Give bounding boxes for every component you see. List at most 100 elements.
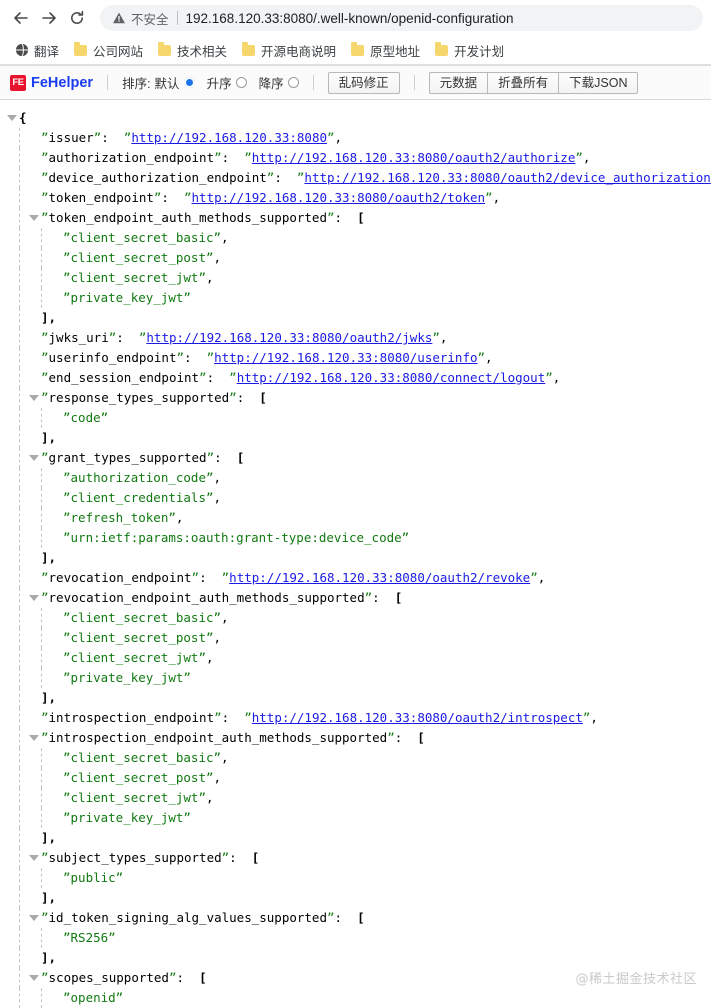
fehelper-logo: FE FeHelper (10, 74, 93, 91)
twisty-placeholder (50, 408, 63, 428)
browser-chrome: 不安全 192.168.120.33:8080/.well-known/open… (0, 0, 711, 66)
bookmark-item[interactable]: 技术相关 (151, 39, 233, 62)
indent-guide (19, 748, 20, 768)
twisty-placeholder (28, 948, 41, 968)
sort-option-default[interactable]: 默认 (155, 73, 195, 92)
indent-guide (19, 968, 20, 988)
json-line: ”end_session_endpoint”: ”http://192.168.… (6, 368, 711, 388)
back-button[interactable] (8, 5, 34, 31)
json-link[interactable]: http://192.168.120.33:8080/oauth2/token (192, 190, 486, 205)
reload-button[interactable] (64, 5, 90, 31)
download-json-button[interactable]: 下载JSON (558, 71, 639, 94)
indent-guide (19, 428, 20, 448)
sort-option-default-label: 默认 (154, 77, 180, 91)
sort-option-asc[interactable]: 升序 (207, 73, 247, 92)
collapse-toggle-icon[interactable] (28, 388, 41, 408)
indent-guide (41, 528, 42, 548)
indent-guide (41, 268, 42, 288)
collapse-toggle-icon[interactable] (28, 968, 41, 988)
indent-guide (19, 628, 20, 648)
indent-guide (19, 288, 20, 308)
twisty-placeholder (28, 188, 41, 208)
indent-guide (19, 988, 20, 1008)
indent-guide (19, 928, 20, 948)
json-line-content: ”client_secret_basic”, (63, 750, 229, 765)
collapse-toggle-icon[interactable] (28, 848, 41, 868)
radio-icon-desc[interactable] (287, 77, 299, 88)
bookmark-item[interactable]: 原型地址 (344, 39, 426, 62)
json-link[interactable]: http://192.168.120.33:8080 (131, 130, 327, 145)
json-line: ”client_secret_post”, (6, 248, 711, 268)
fix-encoding-button[interactable]: 乱码修正 (327, 71, 400, 94)
json-line: ”response_types_supported”: [ (6, 388, 711, 408)
json-line-content: ”authorization_code”, (63, 470, 222, 485)
radio-icon-default[interactable] (183, 77, 195, 88)
json-line-content: ”client_secret_post”, (63, 250, 222, 265)
json-line: ], (6, 308, 711, 328)
json-link[interactable]: http://192.168.120.33:8080/userinfo (214, 350, 477, 365)
bookmark-item[interactable]: 开发计划 (428, 39, 510, 62)
collapse-toggle-icon[interactable] (28, 588, 41, 608)
json-link[interactable]: http://192.168.120.33:8080/oauth2/revoke (229, 570, 530, 585)
sort-label: 排序: (122, 77, 151, 91)
json-link[interactable]: http://192.168.120.33:8080/connect/logou… (237, 370, 546, 385)
json-link[interactable]: http://192.168.120.33:8080/oauth2/device… (304, 170, 710, 185)
json-line: ”client_secret_post”, (6, 768, 711, 788)
radio-icon-asc[interactable] (235, 77, 247, 88)
indent-guide (41, 608, 42, 628)
collapse-toggle-icon[interactable] (28, 728, 41, 748)
indent-guide (19, 528, 20, 548)
indent-guide (19, 148, 20, 168)
json-line-content: ”private_key_jwt” (63, 290, 191, 305)
indent-guide (19, 868, 20, 888)
json-line-content: ”authorization_endpoint”: ”http://192.16… (41, 150, 591, 165)
address-bar[interactable]: 不安全 192.168.120.33:8080/.well-known/open… (100, 5, 703, 31)
collapse-toggle-icon[interactable] (6, 108, 19, 128)
indent-guide (41, 228, 42, 248)
bookmark-label: 开发计划 (454, 44, 505, 59)
collapse-all-button[interactable]: 折叠所有 (487, 71, 560, 94)
metadata-button[interactable]: 元数据 (428, 71, 489, 94)
indent-guide (41, 408, 42, 428)
toolbar-divider (107, 75, 109, 90)
twisty-placeholder (28, 828, 41, 848)
sort-option-desc[interactable]: 降序 (259, 73, 299, 92)
json-line: ], (6, 428, 711, 448)
bookmark-item[interactable]: 翻译 (8, 39, 65, 62)
json-line: ”RS256” (6, 928, 711, 948)
json-line: ”client_secret_post”, (6, 628, 711, 648)
indent-guide (19, 848, 20, 868)
json-line: ”client_secret_jwt”, (6, 788, 711, 808)
indent-guide (41, 748, 42, 768)
folder-icon (350, 42, 365, 58)
json-line: ], (6, 888, 711, 908)
twisty-placeholder (50, 608, 63, 628)
json-line-content: ”issuer”: ”http://192.168.120.33:8080”, (41, 130, 343, 145)
json-line: ”revocation_endpoint”: ”http://192.168.1… (6, 568, 711, 588)
omnibox-divider (176, 11, 178, 25)
indent-guide (19, 308, 20, 328)
bookmark-item[interactable]: 公司网站 (67, 39, 149, 62)
json-link[interactable]: http://192.168.120.33:8080/oauth2/intros… (252, 710, 583, 725)
json-line: ”device_authorization_endpoint”: ”http:/… (6, 168, 711, 188)
collapse-toggle-icon[interactable] (28, 448, 41, 468)
collapse-toggle-icon[interactable] (28, 908, 41, 928)
json-line-content: ”code” (63, 410, 109, 425)
json-line: ], (6, 688, 711, 708)
indent-guide (19, 468, 20, 488)
twisty-placeholder (50, 808, 63, 828)
indent-guide (19, 688, 20, 708)
bookmark-item[interactable]: 开源电商说明 (235, 39, 342, 62)
indent-guide (19, 328, 20, 348)
indent-guide (19, 888, 20, 908)
fehelper-toolbar: FE FeHelper 排序: 默认 升序 降序 乱码修正 元数据 折叠所有 下… (0, 66, 711, 100)
json-line: ”userinfo_endpoint”: ”http://192.168.120… (6, 348, 711, 368)
indent-guide (41, 248, 42, 268)
twisty-placeholder (50, 668, 63, 688)
twisty-placeholder (50, 508, 63, 528)
json-link[interactable]: http://192.168.120.33:8080/oauth2/jwks (146, 330, 432, 345)
json-line-content: ”revocation_endpoint_auth_methods_suppor… (41, 590, 403, 605)
collapse-toggle-icon[interactable] (28, 208, 41, 228)
json-link[interactable]: http://192.168.120.33:8080/oauth2/author… (252, 150, 576, 165)
forward-button[interactable] (36, 5, 62, 31)
